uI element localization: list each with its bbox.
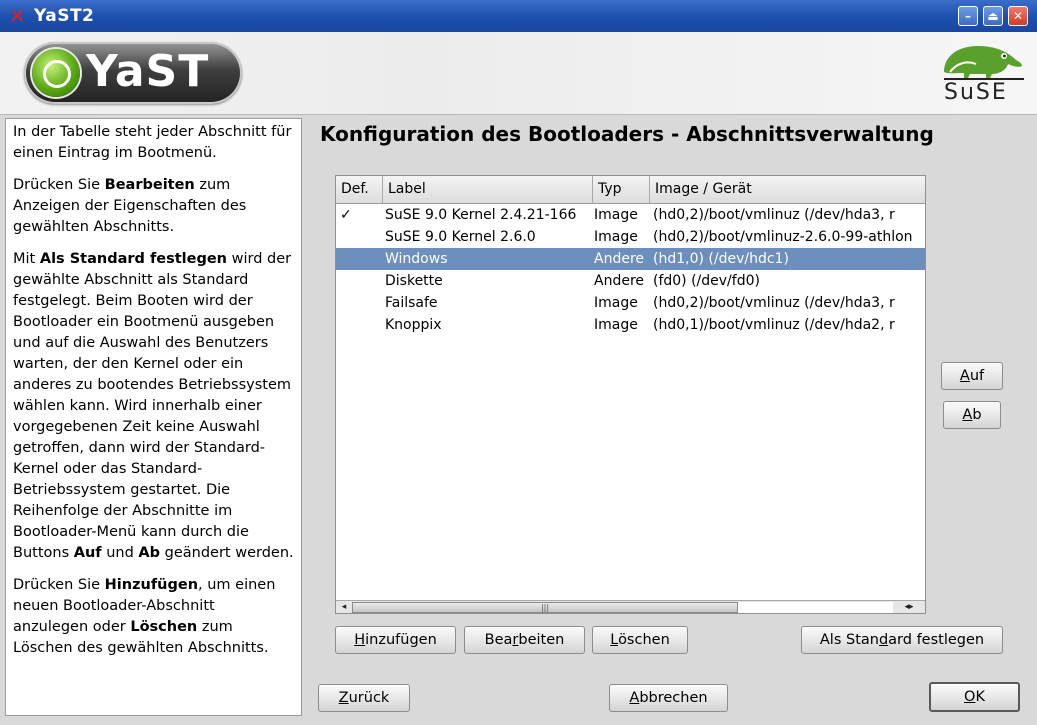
row-image: (fd0) (/dev/fd0) bbox=[653, 273, 760, 289]
minimize-icon[interactable]: – bbox=[958, 6, 978, 26]
row-default bbox=[340, 248, 380, 270]
scroll-right-icon[interactable]: ◂▸ bbox=[895, 602, 923, 613]
abort-button[interactable]: Abbrechen bbox=[609, 684, 728, 712]
row-label: Diskette bbox=[385, 273, 443, 289]
table-row[interactable]: ✓ SuSE 9.0 Kernel 2.4.21-166 Image (hd0,… bbox=[336, 204, 925, 226]
sections-table[interactable]: Def. Label Typ Image / Gerät ✓ SuSE 9.0 … bbox=[335, 175, 926, 614]
table-row[interactable]: SuSE 9.0 Kernel 2.6.0 Image (hd0,2)/boot… bbox=[336, 226, 925, 248]
page-title: Konfiguration des Bootloaders - Abschnit… bbox=[320, 122, 934, 146]
column-header-def[interactable]: Def. bbox=[336, 176, 383, 203]
window-title: YaST2 bbox=[34, 6, 95, 26]
column-header-image[interactable]: Image / Gerät bbox=[650, 176, 925, 203]
row-image: (hd0,2)/boot/vmlinuz (/dev/hda3, r bbox=[653, 207, 895, 223]
row-image: (hd0,2)/boot/vmlinuz-2.6.0-99-athlon bbox=[653, 229, 913, 245]
row-type: Andere bbox=[594, 273, 645, 289]
row-type: Image bbox=[594, 317, 638, 333]
row-label: Failsafe bbox=[385, 295, 438, 311]
yast-logo-text: YaST bbox=[86, 46, 210, 97]
help-panel: In der Tabelle steht jeder Abschnitt für… bbox=[5, 118, 302, 716]
add-button[interactable]: Hinzufügen bbox=[335, 626, 456, 654]
row-default bbox=[340, 314, 380, 336]
suse-logo-text: SuSE bbox=[944, 80, 1008, 105]
row-label: SuSE 9.0 Kernel 2.4.21-166 bbox=[385, 207, 577, 223]
row-default bbox=[340, 226, 380, 248]
row-label: Windows bbox=[385, 251, 448, 267]
banner: YaST SuSE bbox=[0, 32, 1037, 115]
table-body: ✓ SuSE 9.0 Kernel 2.4.21-166 Image (hd0,… bbox=[336, 204, 925, 336]
yast-app-icon[interactable]: ✕ bbox=[9, 4, 26, 28]
delete-button[interactable]: Löschen bbox=[592, 626, 688, 654]
row-label: Knoppix bbox=[385, 317, 442, 333]
yast-logo: YaST bbox=[24, 42, 242, 104]
table-row[interactable]: Diskette Andere (fd0) (/dev/fd0) bbox=[336, 270, 925, 292]
row-type: Image bbox=[594, 295, 638, 311]
edit-button[interactable]: Bearbeiten bbox=[464, 626, 585, 654]
maximize-icon[interactable]: ⏏ bbox=[983, 6, 1003, 26]
close-icon[interactable]: ✕ bbox=[1008, 6, 1028, 26]
row-default bbox=[340, 270, 380, 292]
scrollbar-track[interactable] bbox=[738, 602, 893, 613]
suse-gecko-icon bbox=[944, 46, 1024, 80]
help-paragraph-3: Mit Als Standard festlegen wird der gewä… bbox=[13, 251, 294, 561]
horizontal-scrollbar[interactable]: ◂ ||| ◂▸ bbox=[336, 600, 925, 613]
row-image: (hd0,2)/boot/vmlinuz (/dev/hda3, r bbox=[653, 295, 895, 311]
scrollbar-thumb[interactable]: ||| bbox=[352, 602, 738, 613]
table-row[interactable]: Knoppix Image (hd0,1)/boot/vmlinuz (/dev… bbox=[336, 314, 925, 336]
back-button[interactable]: Zurück bbox=[318, 684, 410, 712]
ok-button[interactable]: OK bbox=[929, 682, 1020, 712]
table-row-selected[interactable]: Windows Andere (hd1,0) (/dev/hdc1) bbox=[336, 248, 925, 270]
up-button[interactable]: Auf bbox=[941, 362, 1003, 390]
suse-logo: SuSE bbox=[938, 42, 1028, 108]
column-header-typ[interactable]: Typ bbox=[593, 176, 650, 203]
set-default-button[interactable]: Als Standard festlegen bbox=[801, 626, 1003, 654]
row-type: Image bbox=[594, 207, 638, 223]
row-label: SuSE 9.0 Kernel 2.6.0 bbox=[385, 229, 536, 245]
row-image: (hd0,1)/boot/vmlinuz (/dev/hda2, r bbox=[653, 317, 895, 333]
column-header-label[interactable]: Label bbox=[383, 176, 593, 203]
down-button[interactable]: Ab bbox=[943, 401, 1001, 429]
default-check-icon: ✓ bbox=[340, 207, 352, 223]
help-paragraph-2: Drücken Sie Bearbeiten zum Anzeigen der … bbox=[13, 177, 247, 235]
row-type: Image bbox=[594, 229, 638, 245]
title-bar: ✕ YaST2 – ⏏ ✕ bbox=[0, 0, 1037, 32]
help-paragraph-1: In der Tabelle steht jeder Abschnitt für… bbox=[13, 124, 292, 161]
row-type: Andere bbox=[594, 251, 645, 267]
row-image: (hd1,0) (/dev/hdc1) bbox=[653, 251, 789, 267]
row-default bbox=[340, 292, 380, 314]
table-row[interactable]: Failsafe Image (hd0,2)/boot/vmlinuz (/de… bbox=[336, 292, 925, 314]
table-header: Def. Label Typ Image / Gerät bbox=[336, 176, 925, 204]
scroll-left-icon[interactable]: ◂ bbox=[337, 602, 351, 613]
yast-orb-icon bbox=[32, 49, 80, 97]
help-paragraph-4: Drücken Sie Hinzufügen, um einen neuen B… bbox=[13, 577, 276, 656]
